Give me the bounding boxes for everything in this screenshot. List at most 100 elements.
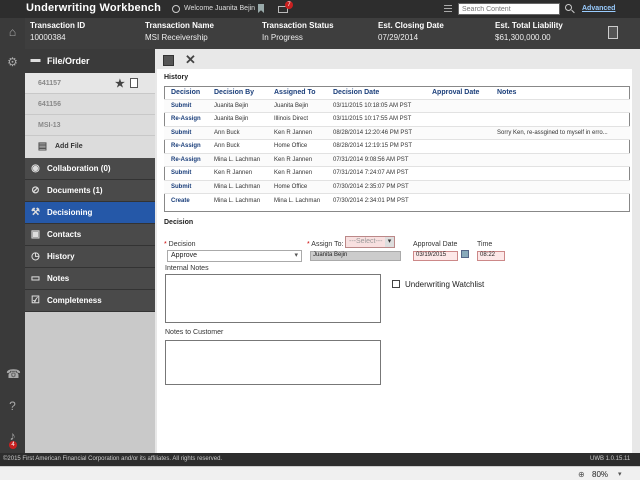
table-cell: 08/28/2014 12:19:15 PM PST <box>326 139 425 153</box>
col-decision-date[interactable]: Decision Date <box>326 86 425 99</box>
time-input[interactable]: 08:22 <box>477 251 505 261</box>
table-cell[interactable]: Create <box>164 193 207 207</box>
sidebar-item-completeness[interactable]: ☑ Completeness <box>25 290 155 312</box>
help-icon[interactable]: ? <box>6 400 19 413</box>
table-cell <box>490 98 630 113</box>
gavel-icon: ⚒ <box>31 207 40 218</box>
collaboration-icon: ◉ <box>31 163 40 174</box>
table-row[interactable]: Submit Juanita Bejin Juanita Bejin 03/11/20… <box>164 98 630 113</box>
table-cell[interactable]: Re-Assign <box>164 112 207 126</box>
order-label: MSI-13 <box>38 122 61 129</box>
sidebar-item-label: Notes <box>47 274 70 283</box>
table-cell <box>425 166 490 180</box>
sidebar-item-history[interactable]: ◷ History <box>25 246 155 268</box>
table-cell <box>425 139 490 153</box>
chevron-down-icon[interactable]: ▾ <box>618 470 622 478</box>
table-row[interactable]: Submit Ken R Jannen Ken R Jannen 07/31/2014… <box>164 166 630 180</box>
calendar-icon[interactable] <box>461 250 469 258</box>
table-row[interactable]: Re-Assign Juanita Bejin Illinois Direct 03/… <box>164 112 630 126</box>
table-cell <box>425 98 490 113</box>
paperclip-icon: ⊘ <box>31 185 40 196</box>
table-cell: Ken R Jannen <box>267 152 326 167</box>
zoom-icon[interactable]: ⊕ <box>578 470 585 479</box>
internal-notes-textarea[interactable] <box>165 274 381 323</box>
decision-field-label: * Decision <box>164 241 196 248</box>
table-row[interactable]: Re-Assign Ann Buck Home Office 08/28/2014 1… <box>164 139 630 153</box>
sidebar-item-documents[interactable]: ⊘ Documents (1) <box>25 180 155 202</box>
tx-name-value: MSI Receivership <box>145 33 208 42</box>
sidebar-item-label: History <box>47 252 75 261</box>
tx-id-column: Transaction ID 10000384 <box>30 21 85 42</box>
add-file-button[interactable]: ▤ Add File <box>25 136 155 158</box>
approval-date-input[interactable]: 03/19/2015 <box>413 251 458 261</box>
order-item-msi-13[interactable]: MSI-13 <box>25 115 155 136</box>
col-assigned-to[interactable]: Assigned To <box>267 86 326 99</box>
table-cell[interactable]: Submit <box>164 179 207 194</box>
tx-closing-value: 07/29/2014 <box>378 33 419 42</box>
customer-notes-textarea[interactable] <box>165 340 381 385</box>
approval-date-label: Approval Date <box>413 241 458 248</box>
col-decision-by[interactable]: Decision By <box>207 86 267 99</box>
document-edit-icon[interactable] <box>608 26 618 39</box>
status-bar: ⊕ 80% ▾ <box>0 466 640 480</box>
time-label: Time <box>477 241 493 248</box>
assign-to-select[interactable]: ---Select--- <box>345 236 395 248</box>
table-cell[interactable]: Submit <box>164 125 207 140</box>
table-row[interactable]: Submit Mina L. Lachman Home Office 07/30/20… <box>164 179 630 194</box>
col-approval-date[interactable]: Approval Date <box>425 86 490 99</box>
sidebar-item-decisioning[interactable]: ⚒ Decisioning <box>25 202 155 224</box>
save-icon[interactable] <box>163 55 174 66</box>
tx-status-column: Transaction Status In Progress <box>262 21 334 42</box>
left-rail: ⌂ ⚙ ☎ ? ♪ 4 <box>0 18 25 453</box>
sidebar-item-label: Contacts <box>47 230 82 239</box>
copyright-text: ©2015 First American Financial Corporati… <box>3 456 223 462</box>
history-title: History <box>164 74 189 81</box>
col-decision[interactable]: Decision <box>164 86 207 99</box>
zoom-level[interactable]: 80% <box>592 470 608 479</box>
col-notes[interactable]: Notes <box>490 86 630 99</box>
table-cell: 07/31/2014 9:08:56 AM PST <box>326 152 425 167</box>
advanced-search-link[interactable]: Advanced <box>582 5 615 12</box>
add-file-icon: ▤ <box>37 141 48 152</box>
file-order-header[interactable]: ▬ File/Order <box>25 49 155 73</box>
table-cell: Ken R Jannen <box>267 125 326 140</box>
table-row[interactable]: Re-Assign Mina L. Lachman Ken R Jannen 07/3… <box>164 152 630 167</box>
table-cell <box>490 152 630 167</box>
table-cell: Home Office <box>267 139 326 153</box>
table-cell[interactable]: Submit <box>164 166 207 180</box>
decision-title: Decision <box>164 219 194 226</box>
order-item-641156[interactable]: 641156 <box>25 94 155 115</box>
table-cell <box>425 125 490 140</box>
phone-icon[interactable]: ☎ <box>6 368 21 381</box>
star-icon[interactable]: ★ <box>115 77 125 90</box>
table-cell[interactable]: Re-Assign <box>164 139 207 153</box>
history-table: Decision Decision By Assigned To Decisio… <box>164 86 630 207</box>
close-icon[interactable]: ✕ <box>185 53 196 67</box>
table-cell[interactable]: Re-Assign <box>164 152 207 167</box>
bookmark-icon[interactable] <box>258 4 264 13</box>
sidebar-item-collaboration[interactable]: ◉ Collaboration (0) <box>25 158 155 180</box>
order-item-641157[interactable]: 641157 ★ <box>25 73 155 94</box>
table-cell: Juanita Bejin <box>207 98 267 113</box>
table-cell: Ann Buck <box>207 125 267 140</box>
assign-label-text: Assign To: <box>311 241 344 248</box>
sidebar-item-label: Collaboration (0) <box>47 164 111 173</box>
table-cell[interactable]: Submit <box>164 98 207 113</box>
watchlist-checkbox[interactable] <box>392 280 400 288</box>
home-icon[interactable]: ⌂ <box>6 26 19 39</box>
pdf-icon[interactable] <box>130 78 138 88</box>
table-row[interactable]: Create Mina L. Lachman Mina L. Lachman 07/3… <box>164 193 630 207</box>
sidebar-item-label: Completeness <box>47 296 102 305</box>
search-icon[interactable] <box>565 4 572 11</box>
decision-select[interactable]: Approve <box>167 250 302 262</box>
sidebar-item-contacts[interactable]: ▣ Contacts <box>25 224 155 246</box>
decision-label-text: Decision <box>168 241 196 248</box>
search-input[interactable] <box>458 3 560 15</box>
gear-icon[interactable]: ⚙ <box>6 56 19 69</box>
table-row[interactable]: Submit Ann Buck Ken R Jannen 08/28/2014 12:… <box>164 125 630 140</box>
table-cell <box>490 112 630 126</box>
sidebar-item-notes[interactable]: ▭ Notes <box>25 268 155 290</box>
menu-icon[interactable] <box>444 5 452 12</box>
welcome-text: Welcome Juanita Bejin <box>184 5 256 12</box>
table-cell: 07/30/2014 2:34:01 PM PST <box>326 193 425 207</box>
